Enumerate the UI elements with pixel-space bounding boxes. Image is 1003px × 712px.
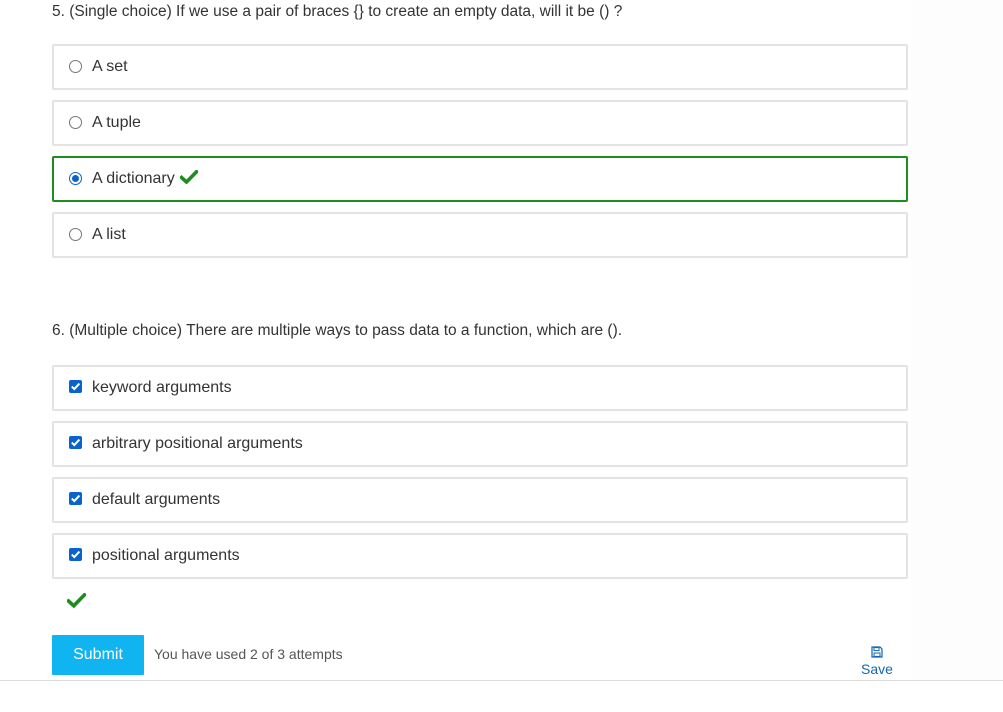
attempts-counter: You have used 2 of 3 attempts — [154, 646, 343, 662]
option-label: default arguments — [92, 491, 221, 508]
checkbox-checked[interactable] — [69, 380, 82, 393]
option-label: keyword arguments — [92, 379, 232, 396]
radio-button[interactable] — [69, 116, 82, 129]
q6-option-arbitrary-positional-arguments[interactable]: arbitrary positional arguments — [52, 421, 908, 467]
submit-button[interactable]: Submit — [52, 635, 144, 675]
checkmark-icon — [179, 170, 198, 185]
save-button[interactable]: Save — [852, 645, 902, 679]
save-label: Save — [861, 661, 893, 677]
radio-button-selected[interactable] — [69, 172, 82, 185]
checkbox-checked[interactable] — [69, 548, 82, 561]
radio-button[interactable] — [69, 228, 82, 241]
checkbox-checked[interactable] — [69, 436, 82, 449]
option-label: arbitrary positional arguments — [92, 435, 303, 452]
option-label: A tuple — [92, 114, 141, 131]
check-glyph-icon — [71, 382, 81, 391]
floppy-disk-icon — [871, 646, 883, 658]
q5-option-a-list[interactable]: A list — [52, 212, 908, 258]
q6-option-keyword-arguments[interactable]: keyword arguments — [52, 365, 908, 411]
check-glyph-icon — [71, 438, 81, 447]
q5-option-a-dictionary[interactable]: A dictionary — [52, 156, 908, 202]
right-gutter — [911, 0, 1003, 680]
radio-button[interactable] — [69, 60, 82, 73]
q5-option-a-tuple[interactable]: A tuple — [52, 100, 908, 146]
check-glyph-icon — [71, 550, 81, 559]
question-6-text: 6. (Multiple choice) There are multiple … — [52, 322, 623, 339]
q6-option-default-arguments[interactable]: default arguments — [52, 477, 908, 523]
q5-option-a-set[interactable]: A set — [52, 44, 908, 90]
option-label: A list — [92, 226, 126, 243]
checkbox-checked[interactable] — [69, 492, 82, 505]
checkmark-icon — [67, 593, 86, 608]
option-label: A set — [92, 58, 128, 75]
option-label: positional arguments — [92, 547, 240, 564]
option-label: A dictionary — [92, 170, 175, 187]
check-glyph-icon — [71, 494, 81, 503]
divider — [0, 680, 1003, 681]
option-label-with-check: A dictionary — [92, 158, 198, 200]
q6-option-positional-arguments[interactable]: positional arguments — [52, 533, 908, 579]
question-5-text: 5. (Single choice) If we use a pair of b… — [52, 3, 623, 20]
